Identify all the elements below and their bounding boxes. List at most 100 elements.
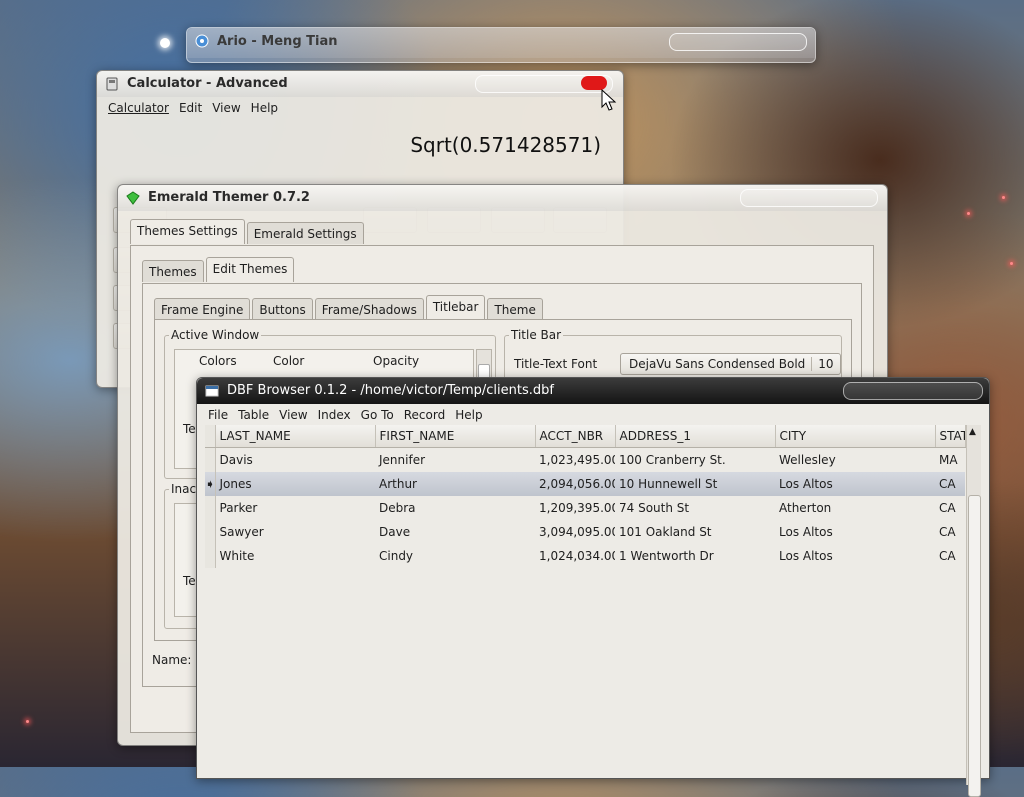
calculator-menubar: Calculator Edit View Help bbox=[103, 98, 617, 118]
cell[interactable]: Atherton bbox=[775, 496, 935, 520]
cell[interactable]: 1 Wentworth Dr bbox=[615, 544, 775, 568]
menu-file[interactable]: File bbox=[203, 405, 233, 425]
font-size: 10 bbox=[818, 357, 834, 371]
dbf-menubar: File Table View Index Go To Record Help bbox=[203, 405, 983, 425]
calculator-display: Sqrt(0.571428571) bbox=[410, 133, 601, 157]
column-header[interactable]: FIRST_NAME bbox=[375, 425, 536, 448]
dbf-app-icon bbox=[205, 385, 219, 397]
tab-theme[interactable]: Theme bbox=[487, 298, 543, 320]
menu-view[interactable]: View bbox=[274, 405, 312, 425]
cell[interactable]: Cindy bbox=[375, 544, 535, 568]
dbf-titlebar[interactable]: DBF Browser 0.1.2 - /home/victor/Temp/cl… bbox=[197, 378, 989, 404]
cell[interactable]: 100 Cranberry St. bbox=[615, 448, 775, 473]
tab-emerald-settings[interactable]: Emerald Settings bbox=[246, 222, 364, 244]
cell[interactable]: Arthur bbox=[375, 472, 535, 496]
ario-titlebar[interactable]: Ario - Meng Tian bbox=[187, 28, 815, 58]
table-row[interactable]: Parker Debra 1,209,395.00 74 South St At… bbox=[205, 496, 965, 520]
calculator-app-icon bbox=[106, 77, 118, 91]
cell[interactable]: Wellesley bbox=[775, 448, 935, 473]
cell[interactable]: 1,024,034.00 bbox=[535, 544, 615, 568]
edit-themes-tabs: Frame Engine Buttons Frame/Shadows Title… bbox=[154, 295, 545, 320]
nebula-star bbox=[26, 720, 29, 723]
row-indicator bbox=[205, 447, 216, 472]
row-indicator bbox=[205, 544, 216, 568]
nebula-star bbox=[967, 212, 970, 215]
window-buttons[interactable] bbox=[740, 189, 878, 207]
row-fragment: Te bbox=[183, 574, 196, 588]
grid-header-row: LAST_NAME FIRST_NAME ACCT_NBR ADDRESS_1 … bbox=[205, 425, 966, 448]
cell[interactable]: Jones bbox=[215, 472, 375, 496]
menu-help[interactable]: Help bbox=[450, 405, 487, 425]
cell[interactable]: Los Altos bbox=[775, 544, 935, 568]
table-row[interactable]: Sawyer Dave 3,094,095.00 101 Oakland St … bbox=[205, 520, 965, 544]
font-name: DejaVu Sans Condensed Bold bbox=[621, 357, 813, 371]
cell[interactable]: 1,209,395.00 bbox=[535, 496, 615, 520]
emerald-gem-icon bbox=[126, 191, 140, 205]
table-row-selected[interactable]: ➧ Jones Arthur 2,094,056.00 10 Hunnewell… bbox=[205, 472, 965, 496]
cell[interactable]: 1,023,495.00 bbox=[535, 448, 615, 473]
row-fragment: Te bbox=[183, 422, 196, 436]
column-colors: Colors bbox=[199, 354, 237, 368]
cell[interactable]: 3,094,095.00 bbox=[535, 520, 615, 544]
emerald-titlebar[interactable]: Emerald Themer 0.7.2 bbox=[118, 185, 887, 211]
cell[interactable]: 74 South St bbox=[615, 496, 775, 520]
tab-frame-shadows[interactable]: Frame/Shadows bbox=[314, 298, 424, 320]
menu-table[interactable]: Table bbox=[233, 405, 274, 425]
table-row[interactable]: White Cindy 1,024,034.00 1 Wentworth Dr … bbox=[205, 544, 965, 568]
cell[interactable]: Jennifer bbox=[375, 448, 535, 473]
tab-titlebar[interactable]: Titlebar bbox=[425, 295, 486, 320]
tab-edit-themes[interactable]: Edit Themes bbox=[205, 257, 295, 282]
cell[interactable]: 10 Hunnewell St bbox=[615, 472, 775, 496]
cell[interactable]: Sawyer bbox=[215, 520, 375, 544]
ario-window[interactable]: Ario - Meng Tian bbox=[186, 27, 816, 63]
title-text-font-label: Title-Text Font bbox=[514, 357, 598, 371]
tab-buttons[interactable]: Buttons bbox=[252, 298, 313, 320]
cell[interactable]: MA bbox=[935, 448, 965, 473]
column-header[interactable]: LAST_NAME bbox=[215, 425, 376, 448]
font-picker-button[interactable]: DejaVu Sans Condensed Bold 10 bbox=[620, 353, 841, 375]
menu-index[interactable]: Index bbox=[313, 405, 356, 425]
tab-themes-settings[interactable]: Themes Settings bbox=[130, 219, 245, 244]
cell[interactable]: White bbox=[215, 544, 375, 568]
menu-go-to[interactable]: Go To bbox=[356, 405, 399, 425]
menu-help[interactable]: Help bbox=[246, 98, 283, 118]
cell[interactable]: Dave bbox=[375, 520, 535, 544]
window-buttons[interactable] bbox=[843, 382, 983, 400]
cell[interactable]: CA bbox=[935, 496, 965, 520]
window-buttons[interactable] bbox=[669, 33, 807, 51]
column-opacity: Opacity bbox=[373, 354, 420, 368]
tab-frame-engine[interactable]: Frame Engine bbox=[154, 298, 251, 320]
vertical-scrollbar[interactable]: ▲ bbox=[966, 425, 981, 797]
records-grid[interactable]: LAST_NAME FIRST_NAME ACCT_NBR ADDRESS_1 … bbox=[205, 425, 966, 568]
column-header[interactable]: CITY bbox=[775, 425, 936, 448]
cell[interactable]: CA bbox=[935, 472, 965, 496]
column-header[interactable]: ADDRESS_1 bbox=[615, 425, 776, 448]
title-bar-label: Title Bar bbox=[509, 328, 564, 342]
cell[interactable]: Debra bbox=[375, 496, 535, 520]
emerald-top-tabs: Themes Settings Emerald Settings bbox=[130, 219, 366, 244]
table-row[interactable]: Davis Jennifer 1,023,495.00 100 Cranberr… bbox=[205, 447, 965, 473]
scroll-up-arrow-icon[interactable]: ▲ bbox=[969, 427, 976, 437]
scrollbar-thumb[interactable] bbox=[968, 495, 981, 797]
column-header[interactable]: STAT bbox=[935, 425, 966, 448]
active-window-label: Active Window bbox=[169, 328, 262, 342]
menu-edit[interactable]: Edit bbox=[174, 98, 207, 118]
cell[interactable]: Los Altos bbox=[775, 520, 935, 544]
cell[interactable]: 101 Oakland St bbox=[615, 520, 775, 544]
ario-app-icon bbox=[195, 34, 209, 48]
menu-view[interactable]: View bbox=[207, 98, 245, 118]
menu-calculator[interactable]: Calculator bbox=[103, 98, 174, 118]
cell[interactable]: CA bbox=[935, 520, 965, 544]
cell[interactable]: Parker bbox=[215, 496, 375, 520]
tab-themes[interactable]: Themes bbox=[142, 260, 204, 282]
cell[interactable]: Los Altos bbox=[775, 472, 935, 496]
calculator-titlebar[interactable]: Calculator - Advanced bbox=[97, 71, 623, 111]
cell[interactable]: CA bbox=[935, 544, 965, 568]
dbf-browser-window[interactable]: DBF Browser 0.1.2 - /home/victor/Temp/cl… bbox=[196, 377, 990, 797]
cell[interactable]: 2,094,056.00 bbox=[535, 472, 615, 496]
close-button[interactable] bbox=[581, 76, 607, 90]
name-label: Name: bbox=[152, 653, 192, 667]
column-header[interactable]: ACCT_NBR bbox=[535, 425, 616, 448]
cell[interactable]: Davis bbox=[215, 448, 375, 473]
menu-record[interactable]: Record bbox=[399, 405, 450, 425]
